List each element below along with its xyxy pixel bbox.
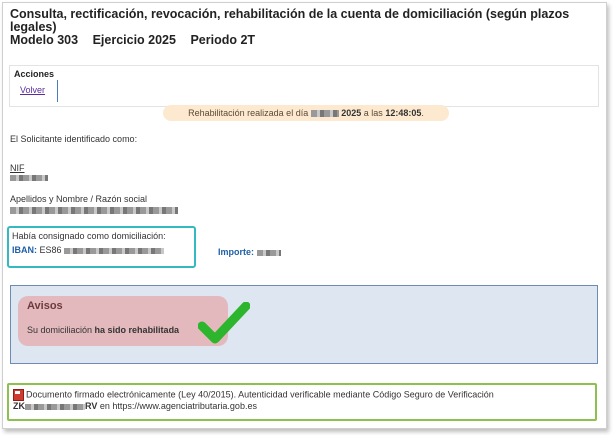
csv-end: RV [85,401,98,411]
banner-year: 2025 [341,108,362,118]
redacted-nombre [10,207,178,214]
acciones-divider [57,80,58,102]
importe-line: Importe: [218,247,281,257]
page-title: Consulta, rectificación, revocación, reh… [10,8,600,47]
avisos-section: Avisos Su domiciliación ha sido rehabili… [10,285,598,364]
importe-label: Importe: [218,247,254,257]
banner-prefix: Rehabilitación realizada el día [188,108,309,118]
avisos-title: Avisos [27,300,63,312]
acciones-label: Acciones [14,69,55,79]
banner-time: 12:48:05 [385,108,422,118]
redacted-importe [256,249,281,256]
domiciliacion-label: Había consignado como domiciliación: [12,231,166,241]
periodo-label: Periodo 2T [190,33,256,47]
documento-text: Documento firmado electrónicamente (Ley … [26,389,494,400]
documento-line2: ZK RV en https://www.agenciatributaria.go… [13,401,257,411]
solicitante-intro: El Solicitante identificado como: [10,134,138,144]
ejercicio-label: Ejercicio 2025 [92,33,176,47]
page-frame: Consulta, rectificación, revocación, reh… [2,2,607,429]
redacted-date [310,110,339,118]
domiciliacion-box: Había consignado como domiciliación: IBA… [7,226,196,268]
modelo-label: Modelo 303 [10,33,79,47]
title-subline: Modelo 303 Ejercicio 2025 Periodo 2T [10,34,600,47]
banner-middle: a las [363,108,383,118]
avisos-box: Avisos Su domiciliación ha sido rehabili… [18,296,228,346]
avisos-message-bold: ha sido rehabilitada [94,325,180,335]
csv-start: ZK [13,401,25,411]
nif-label: NIF [10,163,25,173]
status-banner: Rehabilitación realizada el día 2025 a l… [163,105,449,121]
acciones-panel: Acciones Volver [9,65,599,107]
banner-suffix: . [421,108,424,118]
checkmark-icon [198,302,250,344]
documento-url-text: en https://www.agenciatributaria.gob.es [99,401,257,411]
iban-line: IBAN: ES86 [12,245,165,255]
redacted-csv [25,403,85,410]
volver-link[interactable]: Volver [20,85,45,95]
iban-prefix: ES86 [39,245,62,255]
title-text: Consulta, rectificación, revocación, reh… [10,7,570,34]
documento-line1: Documento firmado electrónicamente (Ley … [13,389,494,401]
documento-box: Documento firmado electrónicamente (Ley … [7,383,597,421]
redacted-nif [10,175,48,181]
nombre-label: Apellidos y Nombre / Razón social [10,194,148,204]
iban-label: IBAN: [12,245,37,255]
avisos-message-prefix: Su domiciliación [27,325,93,335]
avisos-message: Su domiciliación ha sido rehabilitada [27,325,179,335]
pdf-icon[interactable] [13,389,24,401]
redacted-iban [64,247,165,254]
